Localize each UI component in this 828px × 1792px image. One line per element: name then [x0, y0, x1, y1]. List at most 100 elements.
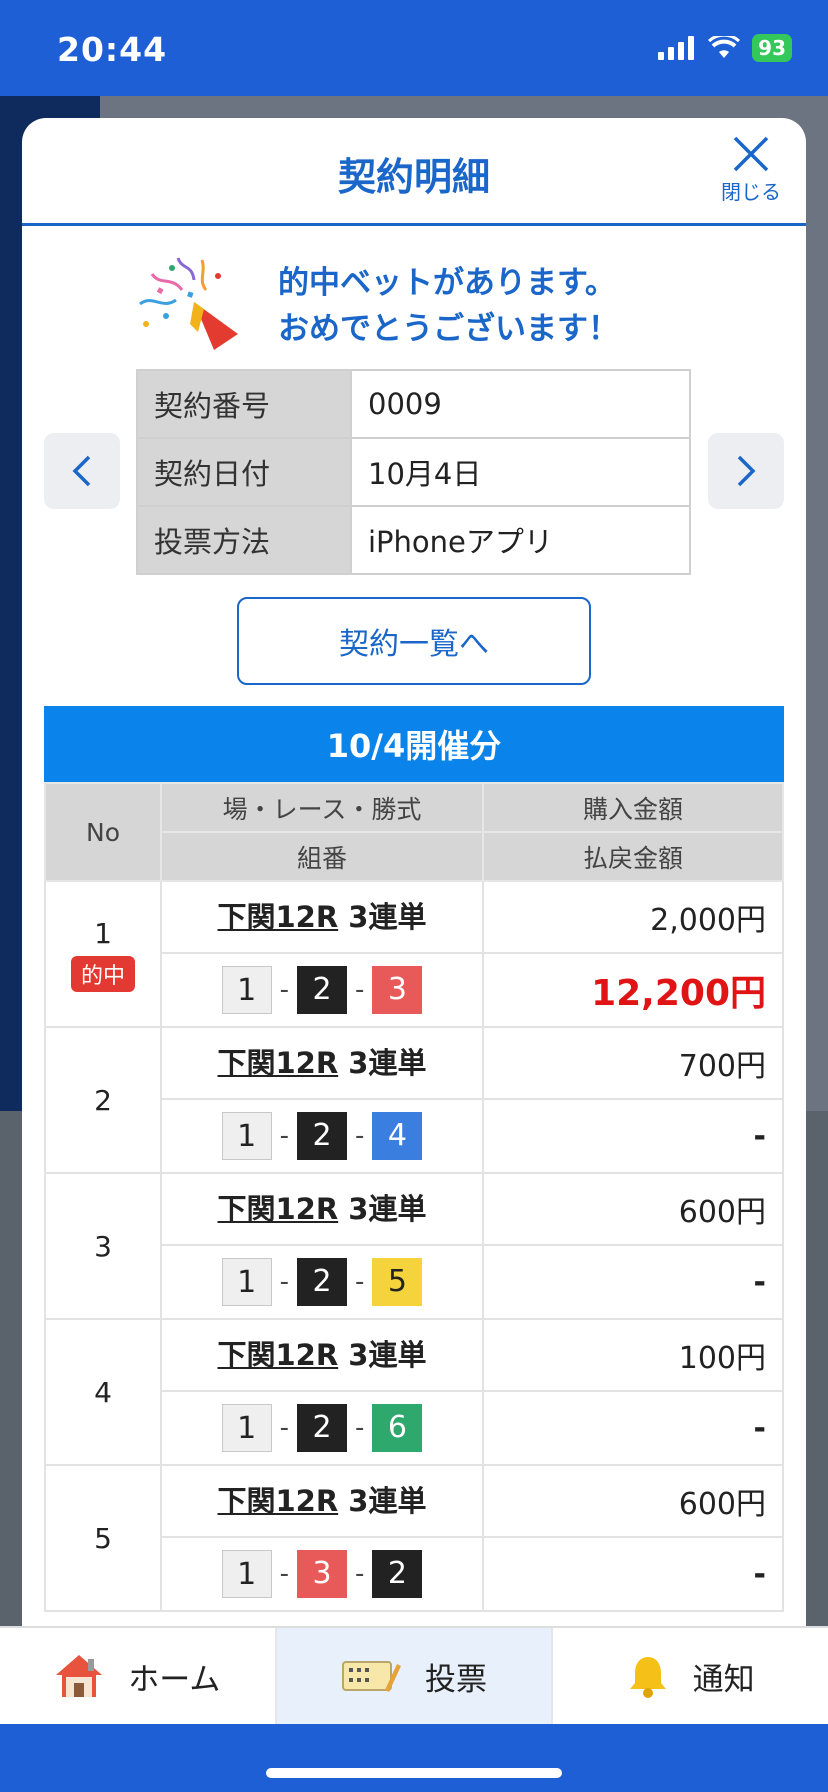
dash: - — [355, 1121, 365, 1151]
previous-contract-button[interactable] — [44, 433, 120, 509]
purchase-amount: 600円 — [482, 1464, 784, 1538]
table-row: 5 下関12R 3連単 600円 — [44, 1464, 784, 1612]
contract-info-table: 契約番号 0009 契約日付 10月4日 投票方法 iPhoneアプリ — [136, 369, 691, 575]
combo: 1 - 2 - 5 — [162, 1246, 482, 1318]
purchase-amount: 100円 — [482, 1318, 784, 1392]
combo: 1 - 2 - 6 — [162, 1392, 482, 1464]
battery-icon: 93 — [752, 34, 792, 62]
bet-no: 3 — [94, 1229, 112, 1263]
dash: - — [355, 1413, 365, 1443]
bet-no-cell: 1 的中 — [44, 880, 162, 1028]
boat-chip: 2 — [297, 1404, 347, 1452]
table-row: 2 下関12R 3連単 700円 — [44, 1026, 784, 1174]
info-value: iPhoneアプリ — [350, 505, 691, 575]
congrats-message: 的中ベットがあります。 おめでとうございます！ — [132, 254, 692, 354]
bets-table: No 場・レース・勝式 購入金額 組番 払戻金額 1 的中 下関12R 3連単 — [44, 782, 784, 1612]
purchase-amount: 2,000円 — [482, 880, 784, 954]
race-place-link[interactable]: 下関12R — [218, 1192, 339, 1226]
race-line: 下関12R 3連単 — [162, 1320, 482, 1390]
info-value: 0009 — [350, 369, 691, 439]
dash: - — [355, 1559, 365, 1589]
bet-type: 3連単 — [348, 1484, 427, 1518]
boat-chip: 1 — [221, 1550, 272, 1598]
dash: - — [279, 1559, 289, 1589]
hit-badge: 的中 — [70, 955, 135, 992]
contract-list-button[interactable]: 契約一覧へ — [237, 597, 591, 685]
combo-cell: 1 - 2 - 3 — [160, 952, 484, 1028]
race-cell: 下関12R 3連単 — [160, 1172, 484, 1246]
ticket-pen-icon — [342, 1661, 401, 1692]
payout-amount: - — [482, 1536, 784, 1612]
home-bar — [0, 1724, 828, 1792]
race-place-link[interactable]: 下関12R — [218, 1484, 339, 1518]
bet-no: 1 — [94, 916, 112, 950]
close-icon — [733, 136, 769, 172]
race-place-link[interactable]: 下関12R — [218, 900, 339, 934]
info-row: 契約日付 10月4日 — [136, 437, 691, 507]
dash: - — [279, 1267, 289, 1297]
info-label: 投票方法 — [136, 505, 352, 575]
close-label: 閉じる — [721, 180, 781, 204]
tab-notify[interactable]: 通知 — [553, 1628, 828, 1724]
status-icons: 93 — [658, 34, 792, 62]
combo-cell: 1 - 2 - 4 — [160, 1098, 484, 1174]
boat-chip: 6 — [372, 1404, 423, 1452]
tab-vote[interactable]: 投票 — [276, 1628, 554, 1724]
home-indicator[interactable] — [266, 1768, 562, 1778]
bottom-tab-bar: ホーム 投票 通知 — [0, 1626, 828, 1724]
bet-no-cell: 3 — [44, 1172, 162, 1320]
race-place-link[interactable]: 下関12R — [218, 1338, 339, 1372]
combo: 1 - 2 - 4 — [162, 1100, 482, 1172]
table-row: 3 下関12R 3連単 600円 — [44, 1172, 784, 1320]
boat-chip: 4 — [372, 1112, 423, 1160]
payout-amount: - — [482, 1390, 784, 1466]
info-row: 投票方法 iPhoneアプリ — [136, 505, 691, 575]
session-header: 10/4開催分 — [44, 706, 784, 782]
race-cell: 下関12R 3連単 — [160, 1026, 484, 1100]
status-bar: 20:44 93 — [0, 0, 828, 96]
payout-amount: - — [482, 1244, 784, 1320]
dash: - — [355, 1267, 365, 1297]
combo-cell: 1 - 2 - 5 — [160, 1244, 484, 1320]
boat-chip: 1 — [221, 1258, 272, 1306]
boat-chip: 1 — [221, 966, 272, 1014]
modal-header: 契約明細 閉じる — [22, 118, 806, 226]
congrats-line-2: おめでとうございます！ — [278, 311, 619, 347]
race-line: 下関12R 3連単 — [162, 1028, 482, 1098]
congrats-line-1: 的中ベットがあります。 — [278, 265, 616, 301]
table-row: 1 的中 下関12R 3連単 2,000円 — [44, 880, 784, 1028]
party-popper-icon — [139, 257, 238, 350]
info-label: 契約日付 — [136, 437, 352, 507]
bell-icon — [629, 1657, 666, 1698]
dash: - — [355, 975, 365, 1005]
congrats-text: 的中ベットがあります。 おめでとうございます！ — [278, 260, 619, 352]
race-cell: 下関12R 3連単 — [160, 880, 484, 954]
boat-chip: 2 — [372, 1550, 423, 1598]
header-payout: 払戻金額 — [482, 831, 784, 882]
purchase-amount: 600円 — [482, 1172, 784, 1246]
header-race: 場・レース・勝式 — [160, 782, 484, 833]
dash: - — [279, 975, 289, 1005]
signal-icon — [658, 36, 695, 60]
info-label: 契約番号 — [136, 369, 352, 439]
bet-no-cell: 4 — [44, 1318, 162, 1466]
combo-cell: 1 - 2 - 6 — [160, 1390, 484, 1466]
close-button[interactable]: 閉じる — [716, 134, 786, 214]
wifi-icon — [708, 36, 741, 58]
boat-chip: 2 — [297, 1112, 347, 1160]
info-row: 契約番号 0009 — [136, 369, 691, 439]
combo: 1 - 3 - 2 — [162, 1538, 482, 1610]
boat-chip: 3 — [297, 1550, 347, 1598]
bet-no-cell: 2 — [44, 1026, 162, 1174]
boat-chip: 5 — [372, 1258, 423, 1306]
purchase-amount: 700円 — [482, 1026, 784, 1100]
bet-no-cell: 5 — [44, 1464, 162, 1612]
tab-vote-label: 投票 — [425, 1661, 487, 1698]
next-contract-button[interactable] — [708, 433, 784, 509]
combo-cell: 1 - 3 - 2 — [160, 1536, 484, 1612]
race-place-link[interactable]: 下関12R — [218, 1046, 339, 1080]
bet-type: 3連単 — [348, 900, 427, 934]
tab-home[interactable]: ホーム — [0, 1628, 277, 1724]
race-line: 下関12R 3連単 — [162, 1466, 482, 1536]
bet-type: 3連単 — [348, 1046, 427, 1080]
